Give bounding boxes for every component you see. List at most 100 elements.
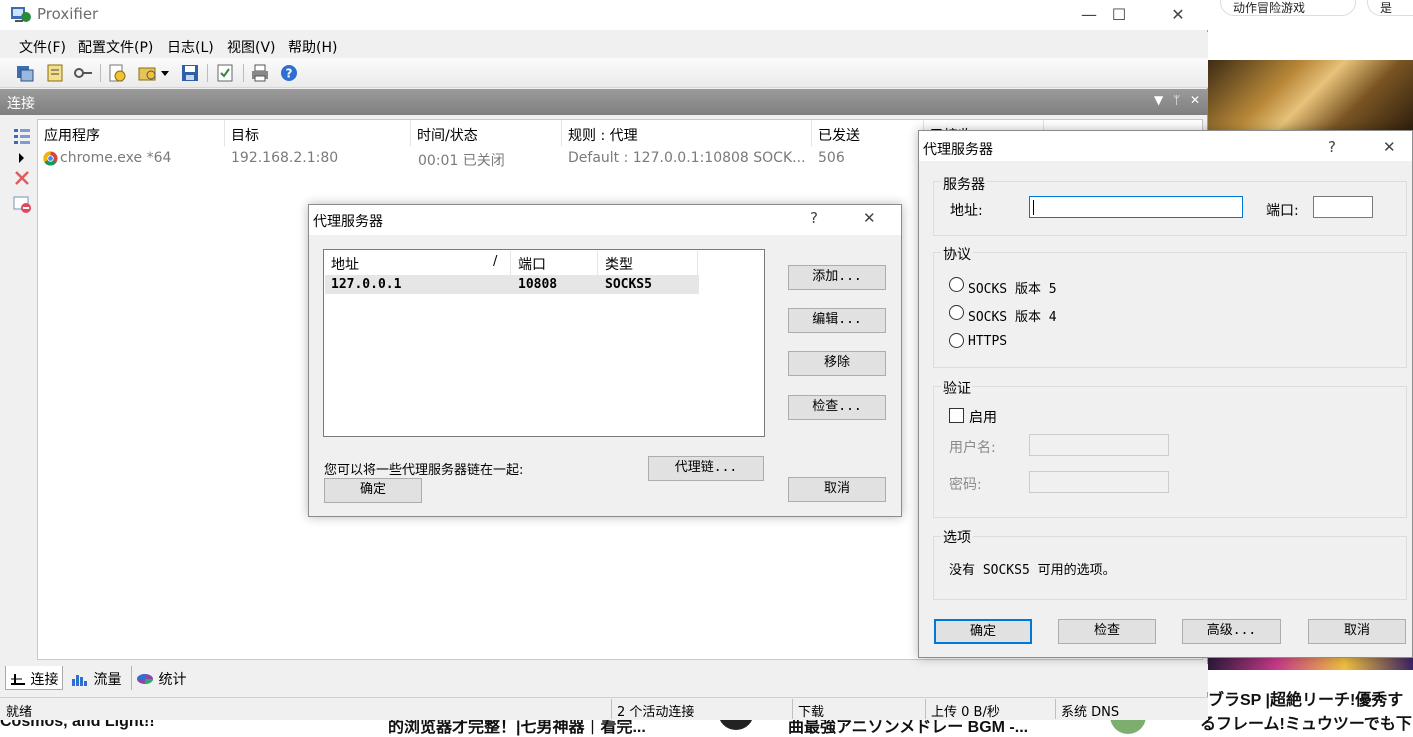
column-header-application[interactable]: 应用程序 [38, 120, 225, 146]
connections-panel-header: 连接 ▼ ᛘ ✕ [0, 89, 1208, 115]
status-dns: 系统 DNS [1061, 705, 1120, 720]
dialog-title-bar[interactable]: 代理服务器 ? ✕ [919, 131, 1412, 161]
print-icon[interactable] [250, 63, 270, 83]
bg-chip-more[interactable]: 是 [1367, 0, 1413, 16]
toolbar-separator [100, 64, 101, 82]
tab-traffic[interactable]: 流量 [67, 666, 125, 690]
column-header-type[interactable]: 类型 [598, 251, 698, 275]
dropdown-icon[interactable] [160, 63, 170, 83]
status-divider [1055, 699, 1056, 719]
server-port: 10808 [518, 277, 558, 292]
toolbar-separator [243, 64, 244, 82]
server-group-title: 服务器 [941, 174, 987, 194]
sort-indicator-icon: / [493, 254, 498, 269]
panel-pin-icon[interactable]: ᛘ [1173, 93, 1180, 107]
dialog-close-button[interactable]: ✕ [863, 209, 876, 227]
bg-video-title[interactable]: ブラSP |超絶リーチ!優秀す [1208, 686, 1403, 710]
maximize-button[interactable]: ☐ [1090, 0, 1148, 28]
dialog-close-button[interactable]: ✕ [1383, 138, 1396, 156]
port-input[interactable] [1313, 196, 1373, 218]
status-ready: 就绪 [6, 705, 33, 720]
status-bar: 就绪 2 个活动连接 下载 上传 0 B/秒 系统 DNS [0, 697, 1208, 720]
dialog-title-bar[interactable]: 代理服务器 ? ✕ [309, 205, 901, 235]
cell-sent: 506 [818, 150, 845, 166]
close-button[interactable]: ✕ [1149, 0, 1207, 28]
column-header-target[interactable]: 目标 [225, 120, 411, 146]
save-icon[interactable] [180, 63, 200, 83]
menu-bar: 文件(F) 配置文件(P) 日志(L) 视图(V) 帮助(H) [0, 32, 1208, 58]
panel-close-icon[interactable]: ✕ [1190, 93, 1200, 107]
remove-proxy-button[interactable]: 移除 [788, 351, 886, 376]
column-header-sent[interactable]: 已发送 [812, 120, 924, 146]
bg-video-title[interactable]: るフレーム!ミュウツーでも下ス [1200, 710, 1413, 734]
log-icon[interactable] [215, 63, 235, 83]
check-button[interactable]: 检查 [1058, 619, 1156, 644]
ok-button[interactable]: 确定 [324, 478, 422, 503]
username-input[interactable] [1029, 434, 1169, 456]
cancel-button[interactable]: 取消 [788, 477, 886, 502]
chrome-icon [43, 151, 58, 166]
title-bar[interactable]: Proxifier — ☐ ✕ [0, 0, 1208, 30]
svg-text:?: ? [286, 67, 293, 81]
panel-title: 连接 [7, 96, 35, 112]
status-download: 下载 [798, 705, 825, 720]
toolbar: ? [0, 58, 1208, 88]
clear-list-icon[interactable] [12, 194, 32, 214]
proxy-add-icon[interactable] [107, 63, 127, 83]
proxy-chain-button[interactable]: 代理链... [648, 456, 764, 481]
column-header-port[interactable]: 端口 [511, 251, 598, 275]
radio-circle[interactable] [949, 333, 964, 348]
cell-target: 192.168.2.1:80 [231, 150, 339, 166]
window-title: Proxifier [37, 5, 99, 23]
radio-label: SOCKS 版本 5 [968, 282, 1057, 297]
close-connection-icon[interactable] [12, 168, 32, 188]
cell-time-status: 00:01 已关闭 [418, 153, 505, 169]
checkbox-box[interactable] [949, 408, 964, 423]
authentication-group [933, 386, 1407, 518]
profile-icon[interactable] [15, 63, 35, 83]
server-address: 127.0.0.1 [331, 277, 402, 292]
connections-tab-icon [11, 674, 25, 685]
rules-icon[interactable] [45, 63, 65, 83]
cell-rule-proxy: Default : 127.0.0.1:10808 SOCK... [568, 150, 806, 166]
tab-statistics[interactable]: 统计 [131, 666, 190, 690]
list-view-icon[interactable] [12, 126, 32, 146]
username-label: 用户名: [949, 440, 996, 456]
expand-arrow-icon[interactable] [12, 148, 32, 168]
panel-tabs: 连接 流量 统计 [0, 664, 1208, 692]
menu-profile[interactable]: 配置文件(P) [78, 37, 153, 57]
column-header-address[interactable]: 地址 [324, 251, 511, 275]
panel-dropdown-icon[interactable]: ▼ [1154, 93, 1163, 107]
menu-view[interactable]: 视图(V) [227, 37, 276, 57]
status-upload: 上传 0 B/秒 [931, 705, 1000, 720]
check-proxy-button[interactable]: 检查... [788, 395, 886, 420]
password-input[interactable] [1029, 471, 1169, 493]
radio-circle[interactable] [949, 305, 964, 320]
tab-connections[interactable]: 连接 [5, 666, 64, 690]
edit-proxy-button[interactable]: 编辑... [788, 308, 886, 333]
key-icon[interactable] [73, 63, 93, 83]
bg-video-thumbnail[interactable] [1208, 60, 1413, 132]
menu-file[interactable]: 文件(F) [19, 37, 66, 57]
proxy-chain-hint: 您可以将一些代理服务器链在一起: [324, 463, 524, 478]
menu-log[interactable]: 日志(L) [167, 37, 214, 57]
bg-chip-action-game[interactable]: 动作冒险游戏 [1220, 0, 1356, 16]
status-divider [925, 699, 926, 719]
options-message: 没有 SOCKS5 可用的选项。 [949, 563, 1116, 578]
dialog-help-button[interactable]: ? [810, 209, 818, 227]
cancel-button[interactable]: 取消 [1308, 619, 1406, 644]
ok-button[interactable]: 确定 [934, 619, 1032, 644]
list-item[interactable]: 127.0.0.1 10808 SOCKS5 [325, 275, 699, 294]
menu-help[interactable]: 帮助(H) [288, 37, 337, 57]
column-header-time-status[interactable]: 时间/状态 [411, 120, 562, 146]
text-caret [1033, 200, 1034, 215]
dialog-help-button[interactable]: ? [1328, 138, 1336, 156]
advanced-button[interactable]: 高级... [1182, 619, 1281, 644]
address-input[interactable] [1029, 196, 1243, 218]
proxy-settings-icon[interactable] [137, 63, 157, 83]
address-label: 地址: [950, 203, 983, 219]
radio-circle[interactable] [949, 277, 964, 292]
help-icon[interactable]: ? [279, 63, 299, 83]
column-header-rule-proxy[interactable]: 规则 : 代理 [562, 120, 812, 146]
add-proxy-button[interactable]: 添加... [788, 265, 886, 290]
